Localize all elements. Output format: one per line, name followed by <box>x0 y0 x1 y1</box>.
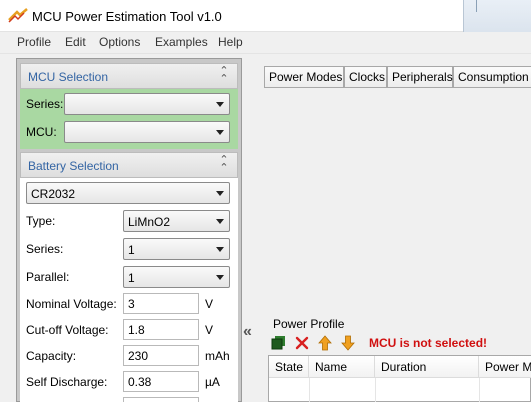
cutoff-voltage-input[interactable]: 1.8 <box>123 319 199 340</box>
move-down-icon[interactable] <box>340 335 356 351</box>
battery-type-label: Type: <box>26 214 56 228</box>
panel-splitter[interactable]: « <box>242 58 258 402</box>
self-discharge-input[interactable]: 0.38 <box>123 371 199 392</box>
collapse-icon[interactable]: ⌃ ⌃ <box>217 155 231 174</box>
tab-power-modes[interactable]: Power Modes <box>264 66 344 88</box>
column-header-power-mode[interactable]: Power M <box>479 356 531 378</box>
next-field-input[interactable] <box>123 397 199 402</box>
move-up-icon[interactable] <box>317 335 333 351</box>
column-header-state[interactable]: State <box>269 356 309 378</box>
app-logo-icon <box>8 8 28 23</box>
add-state-icon[interactable] <box>271 335 287 351</box>
window-title: MCU Power Estimation Tool v1.0 <box>32 9 222 24</box>
battery-model-select[interactable]: CR2032 <box>26 182 230 204</box>
menu-bar: Profile Edit Options Examples Help <box>0 32 531 54</box>
power-profile-title: Power Profile <box>273 317 345 331</box>
mcu-selection-body: Series: MCU: <box>20 89 238 149</box>
collapse-icon[interactable]: ⌃ ⌃ <box>217 66 231 85</box>
dropdown-arrow-icon <box>216 191 224 196</box>
mcu-series-label: Series: <box>26 97 64 111</box>
battery-selection-title: Battery Selection <box>28 159 119 173</box>
dropdown-arrow-icon <box>216 219 224 224</box>
tab-content-area <box>264 87 531 312</box>
nominal-voltage-label: Nominal Voltage: <box>26 297 117 311</box>
delete-icon[interactable] <box>294 335 310 351</box>
battery-selection-body: CR2032 Type: LiMnO2 Series: 1 Parallel: … <box>20 178 238 402</box>
left-panel: MCU Selection ⌃ ⌃ Series: MCU: Battery Se… <box>16 58 242 402</box>
mcu-selection-header[interactable]: MCU Selection ⌃ ⌃ <box>20 63 238 89</box>
dropdown-arrow-icon <box>216 130 224 135</box>
self-discharge-label: Self Discharge: <box>26 375 108 389</box>
battery-series-label: Series: <box>26 242 64 256</box>
nominal-voltage-input[interactable]: 3 <box>123 293 199 314</box>
collapse-left-icon[interactable]: « <box>243 323 252 341</box>
tab-consumption[interactable]: Consumption <box>453 66 531 88</box>
battery-series-select[interactable]: 1 <box>123 238 230 260</box>
mcu-selection-title: MCU Selection <box>28 70 109 84</box>
menu-examples[interactable]: Examples <box>153 35 210 49</box>
title-bar-controls <box>463 0 531 32</box>
dropdown-arrow-icon <box>216 102 224 107</box>
capacity-unit: mAh <box>205 349 230 363</box>
self-discharge-unit: µA <box>205 375 220 389</box>
mcu-select[interactable] <box>64 121 230 143</box>
mcu-not-selected-error: MCU is not selected! <box>369 336 488 350</box>
column-header-duration[interactable]: Duration <box>375 356 479 378</box>
battery-parallel-label: Parallel: <box>26 270 70 284</box>
battery-parallel-select[interactable]: 1 <box>123 266 230 288</box>
column-header-name[interactable]: Name <box>309 356 375 378</box>
menu-options[interactable]: Options <box>97 35 142 49</box>
title-bar: MCU Power Estimation Tool v1.0 <box>0 0 531 32</box>
cutoff-voltage-unit: V <box>205 323 214 337</box>
menu-help[interactable]: Help <box>216 35 245 49</box>
menu-edit[interactable]: Edit <box>63 35 88 49</box>
mcu-series-select[interactable] <box>64 93 230 115</box>
cutoff-voltage-label: Cut-off Voltage: <box>26 323 109 337</box>
dropdown-arrow-icon <box>216 247 224 252</box>
mcu-label: MCU: <box>26 125 57 139</box>
capacity-input[interactable]: 230 <box>123 345 199 366</box>
capacity-label: Capacity: <box>26 349 77 363</box>
battery-type-select[interactable]: LiMnO2 <box>123 210 230 232</box>
tab-peripherals[interactable]: Peripherals <box>387 66 453 88</box>
menu-profile[interactable]: Profile <box>15 35 53 49</box>
power-profile-table: State Name Duration Power M <box>268 355 531 402</box>
battery-selection-header[interactable]: Battery Selection ⌃ ⌃ <box>20 152 238 178</box>
dropdown-arrow-icon <box>216 275 224 280</box>
tab-clocks[interactable]: Clocks <box>344 66 387 88</box>
nominal-voltage-unit: V <box>205 297 214 311</box>
